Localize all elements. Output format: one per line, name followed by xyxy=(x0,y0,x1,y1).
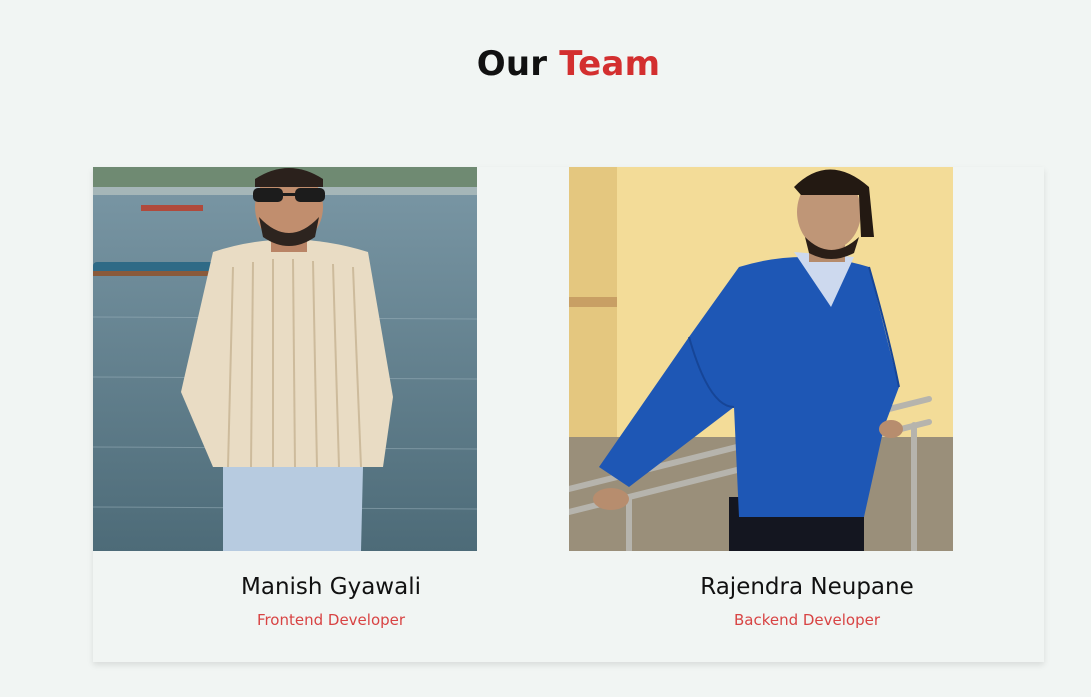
member-role: Backend Developer xyxy=(733,611,881,629)
member-name: Manish Gyawali xyxy=(241,574,421,600)
member-role: Frontend Developer xyxy=(256,611,406,629)
member-photo xyxy=(93,167,477,551)
team-card-container: Manish Gyawali Frontend Developer Rajend… xyxy=(93,167,1044,662)
section-title: Our Team xyxy=(0,44,1091,84)
member-name: Rajendra Neupane xyxy=(700,574,914,600)
section-title-main: Our xyxy=(476,44,548,84)
member-photo xyxy=(569,167,953,551)
section-title-accent: Team xyxy=(559,44,661,84)
